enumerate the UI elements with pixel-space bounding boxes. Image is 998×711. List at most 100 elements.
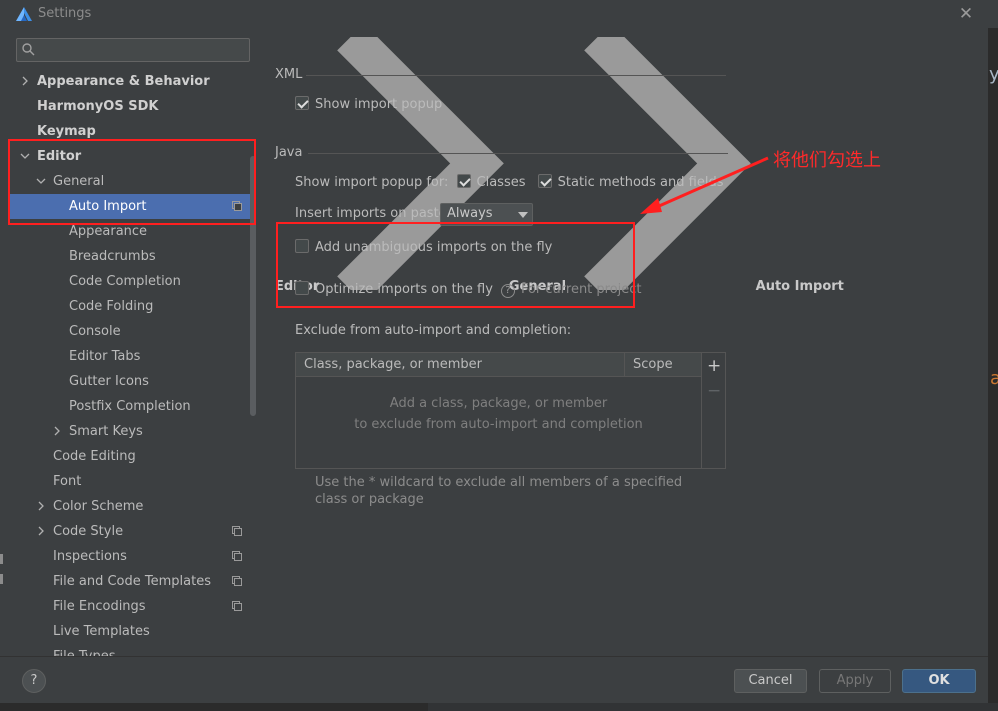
add-unambiguous-imports-row[interactable]: Add unambiguous imports on the fly [295,238,552,258]
sidebar-item-console[interactable]: Console [8,319,250,344]
sidebar-item-file-encodings[interactable]: File Encodings [8,594,250,619]
sidebar-item-label: Console [69,324,121,339]
sidebar-item-editor-tabs[interactable]: Editor Tabs [8,344,250,369]
sidebar-item-file-types[interactable]: File Types [8,644,250,656]
title-bar: Settings ✕ [0,0,988,28]
sidebar-item-general[interactable]: General [8,169,250,194]
column-divider [624,353,625,377]
sidebar-item-label: Editor [37,149,82,164]
show-import-popup-for-label: Show import popup for: [295,175,449,190]
sidebar-item-smart-keys[interactable]: Smart Keys [8,419,250,444]
sidebar-item-label: Code Style [53,524,124,539]
app-logo-icon [16,7,32,21]
background-text-fragment: y [989,64,998,85]
column-header-class[interactable]: Class, package, or member [304,353,482,377]
sidebar-item-font[interactable]: Font [8,469,250,494]
section-title-xml: XML [275,67,303,82]
checkbox-label: Classes [476,175,526,190]
sidebar-item-label: Code Completion [69,274,181,289]
sidebar-item-keymap[interactable]: Keymap [8,119,250,144]
sidebar-item-live-templates[interactable]: Live Templates [8,619,250,644]
cancel-button[interactable]: Cancel [734,669,807,693]
sidebar-item-label: Auto Import [69,199,147,214]
sidebar-item-appearance[interactable]: Appearance [8,219,250,244]
settings-content: EditorGeneralAuto Import XML Show import… [258,23,988,656]
sidebar-item-inspections[interactable]: Inspections [8,544,250,569]
table-toolbar: + − [701,353,725,468]
sidebar-item-harmonyos-sdk[interactable]: HarmonyOS SDK [8,94,250,119]
insert-imports-on-paste-label: Insert imports on paste: [295,206,452,221]
sidebar-item-appearance-behavior[interactable]: Appearance & Behavior [8,69,250,94]
table-empty-text: to exclude from auto-import and completi… [354,417,643,432]
sidebar-item-label: Appearance [69,224,148,239]
chevron-down-icon [518,212,528,218]
sidebar-item-label: General [53,174,105,189]
sidebar-item-auto-import[interactable]: Auto Import [8,194,250,219]
sidebar-item-code-folding[interactable]: Code Folding [8,294,250,319]
sidebar-item-label: Postfix Completion [69,399,191,414]
chevron-down-icon[interactable] [20,151,30,161]
sidebar-item-code-completion[interactable]: Code Completion [8,269,250,294]
apply-button: Apply [819,669,891,693]
sidebar-item-label: File Encodings [53,599,146,614]
sidebar-scrollbar[interactable] [250,156,256,416]
exclude-label: Exclude from auto-import and completion: [295,323,572,338]
sidebar-item-label: Breadcrumbs [69,249,156,264]
sidebar-item-code-style[interactable]: Code Style [8,519,250,544]
sidebar-item-label: Inspections [53,549,127,564]
chevron-right-icon[interactable] [36,526,46,536]
sidebar-item-code-editing[interactable]: Code Editing [8,444,250,469]
chevron-right-icon[interactable] [20,76,30,86]
sidebar-item-breadcrumbs[interactable]: Breadcrumbs [8,244,250,269]
remove-icon: − [707,381,722,401]
sidebar-item-file-and-code-templates[interactable]: File and Code Templates [8,569,250,594]
settings-search[interactable] [16,38,250,62]
sidebar-item-label: Appearance & Behavior [37,74,210,89]
chevron-down-icon[interactable] [36,176,46,186]
show-import-popup-xml-row[interactable]: Show import popup [295,95,442,115]
optimize-imports-checkbox[interactable] [295,281,309,295]
add-unambiguous-imports-checkbox[interactable] [295,239,309,253]
settings-dialog: y a Settings ✕ Appearance & Behavior Harm… [0,0,998,711]
project-scope-icon [232,526,242,536]
help-circle-icon[interactable]: ? [500,284,515,298]
sidebar-item-gutter-icons[interactable]: Gutter Icons [8,369,250,394]
add-icon[interactable]: + [707,356,721,376]
static-methods-checkbox[interactable] [537,174,552,188]
project-scope-icon [232,551,242,561]
checkbox-label: Show import popup [315,97,443,112]
sidebar-item-label: HarmonyOS SDK [37,99,159,114]
sidebar-item-label: Color Scheme [53,499,144,514]
sidebar-item-label: Code Folding [69,299,154,314]
window-title: Settings [38,6,92,21]
section-title-java: Java [275,145,303,160]
insert-imports-on-paste-dropdown[interactable]: Always [440,203,533,226]
sidebar-item-postfix-completion[interactable]: Postfix Completion [8,394,250,419]
exclude-table[interactable]: Class, package, or member Scope Add a cl… [295,352,726,469]
sidebar-item-editor[interactable]: Editor [8,144,250,169]
sidebar-item-color-scheme[interactable]: Color Scheme [8,494,250,519]
wildcard-note: Use the * wildcard to exclude all member… [315,475,683,507]
classes-checkbox[interactable] [456,174,471,188]
chevron-right-icon[interactable] [52,426,62,436]
annotation-text: 将他们勾选上 [773,150,881,171]
ok-button[interactable]: OK [902,669,976,693]
checkbox-label: Optimize imports on the fly [315,282,493,297]
column-header-scope[interactable]: Scope [633,353,673,377]
breadcrumb-item: Auto Import [755,278,844,294]
optimize-imports-row[interactable]: Optimize imports on the fly? For current … [295,280,642,300]
show-import-popup-xml-checkbox[interactable] [295,96,309,110]
sidebar-item-label: Smart Keys [69,424,143,439]
table-header: Class, package, or member Scope [296,353,701,377]
chevron-right-icon[interactable] [36,501,46,511]
edge-marker [0,574,3,584]
close-icon[interactable]: ✕ [958,4,974,24]
sidebar-item-label: Editor Tabs [69,349,141,364]
checkbox-label: Add unambiguous imports on the fly [315,240,553,255]
editor-background-bottom [428,703,998,711]
help-button[interactable]: ? [22,669,46,693]
search-input[interactable] [37,41,243,59]
sidebar-item-label: File Types [53,644,116,656]
section-divider [306,75,726,76]
edge-marker [0,554,3,564]
